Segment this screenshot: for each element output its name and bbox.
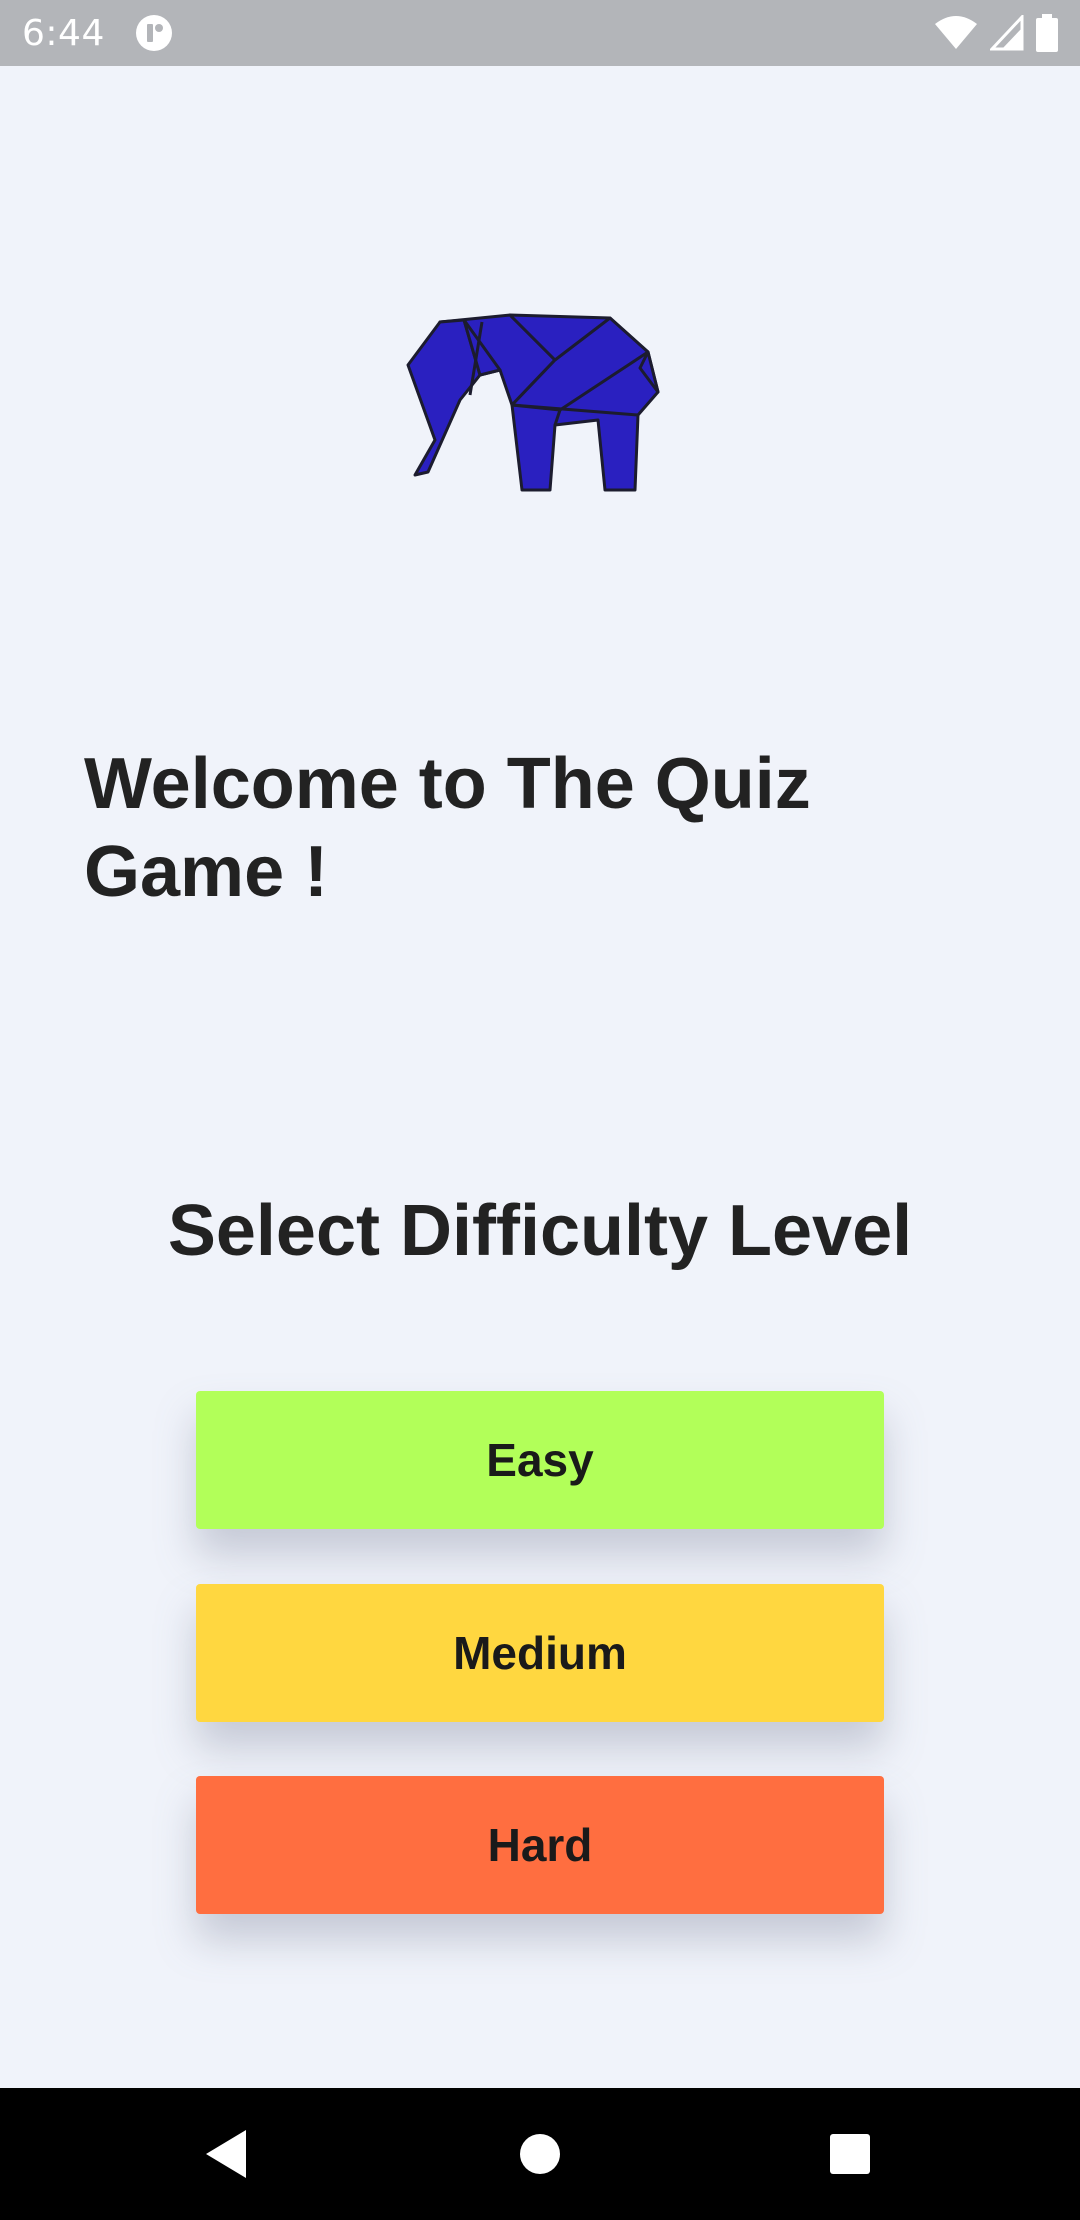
status-icons: [934, 14, 1058, 52]
navigation-bar: [0, 2088, 1080, 2220]
medium-button[interactable]: Medium: [196, 1584, 884, 1722]
welcome-heading: Welcome to The Quiz Game !: [84, 744, 811, 912]
back-button[interactable]: [146, 2088, 306, 2220]
status-time: 6:44: [22, 12, 105, 54]
quiz-home-screen: 6:44 Welcome to The Quiz Game ! Select D…: [0, 0, 1080, 2220]
recents-button[interactable]: [770, 2088, 930, 2220]
recents-icon: [830, 2134, 870, 2174]
cell-signal-icon: [990, 15, 1024, 51]
hard-button[interactable]: Hard: [196, 1776, 884, 1914]
easy-button[interactable]: Easy: [196, 1391, 884, 1529]
home-icon: [520, 2134, 560, 2174]
battery-icon: [1036, 14, 1058, 52]
origami-elephant-icon: [406, 313, 660, 492]
app-notification-icon: [135, 15, 172, 51]
back-icon: [206, 2130, 246, 2178]
home-button[interactable]: [460, 2088, 620, 2220]
wifi-icon: [935, 16, 977, 49]
status-bar: 6:44: [0, 0, 1080, 66]
select-difficulty-heading: Select Difficulty Level: [167, 1191, 913, 1271]
